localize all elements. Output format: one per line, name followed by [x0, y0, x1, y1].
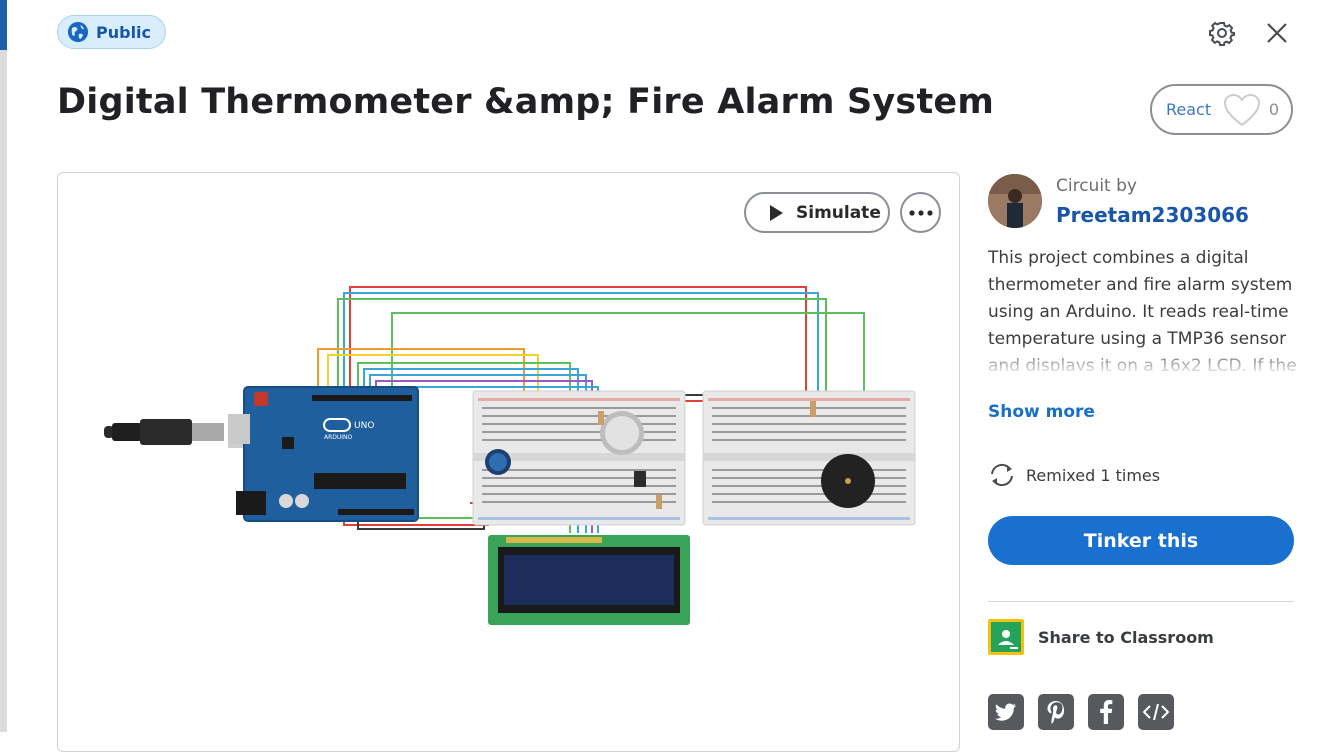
remix-icon	[991, 463, 1013, 487]
twitter-icon[interactable]	[988, 694, 1024, 730]
public-badge-label: Public	[96, 22, 152, 42]
pinterest-icon[interactable]	[1038, 694, 1074, 730]
tinker-this-button[interactable]: Tinker this	[988, 516, 1294, 565]
close-icon[interactable]	[1264, 20, 1290, 46]
lcd-display	[488, 535, 690, 625]
google-classroom-icon	[988, 619, 1024, 655]
embed-code-icon[interactable]	[1138, 694, 1174, 730]
show-more-link[interactable]: Show more	[988, 402, 1095, 422]
heart-icon	[1223, 93, 1261, 127]
avatar[interactable]	[988, 174, 1042, 228]
breadboard-right	[702, 390, 916, 526]
share-buttons	[988, 694, 1174, 730]
more-icon	[908, 209, 933, 216]
divider	[988, 601, 1294, 602]
play-icon	[770, 204, 783, 221]
share-to-classroom-button[interactable]: Share to Classroom	[988, 619, 1214, 655]
facebook-icon[interactable]	[1088, 694, 1124, 730]
simulate-button[interactable]: Simulate	[744, 192, 890, 233]
react-label: React	[1166, 100, 1212, 119]
more-options-button[interactable]	[900, 192, 941, 233]
remix-info: Remixed 1 times	[988, 462, 1160, 488]
svg-text:ARDUINO: ARDUINO	[324, 434, 353, 441]
simulate-label: Simulate	[796, 202, 881, 223]
public-badge: Public	[57, 15, 167, 49]
arduino-board: UNO ARDUINO	[228, 386, 419, 522]
share-to-classroom-label: Share to Classroom	[1038, 627, 1214, 647]
circuit-diagram: UNO ARDUINO	[104, 286, 916, 625]
remix-label: Remixed 1 times	[1026, 465, 1161, 485]
left-edge-bar	[0, 0, 7, 732]
breadboard-left	[472, 390, 686, 526]
gear-icon[interactable]	[1209, 20, 1235, 46]
tinker-label: Tinker this	[1083, 529, 1199, 552]
description-fade	[988, 345, 1298, 375]
author-link[interactable]: Preetam2303066	[1056, 203, 1249, 227]
react-count: 0	[1268, 100, 1279, 119]
react-button[interactable]: React 0	[1150, 84, 1293, 135]
page-title: Digital Thermometer &amp; Fire Alarm Sys…	[57, 82, 995, 122]
svg-text:UNO: UNO	[354, 421, 374, 431]
circuit-by-label: Circuit by	[1056, 176, 1137, 196]
globe-icon	[68, 22, 88, 42]
circuit-preview[interactable]: UNO ARDUINO Simulate	[57, 172, 960, 752]
